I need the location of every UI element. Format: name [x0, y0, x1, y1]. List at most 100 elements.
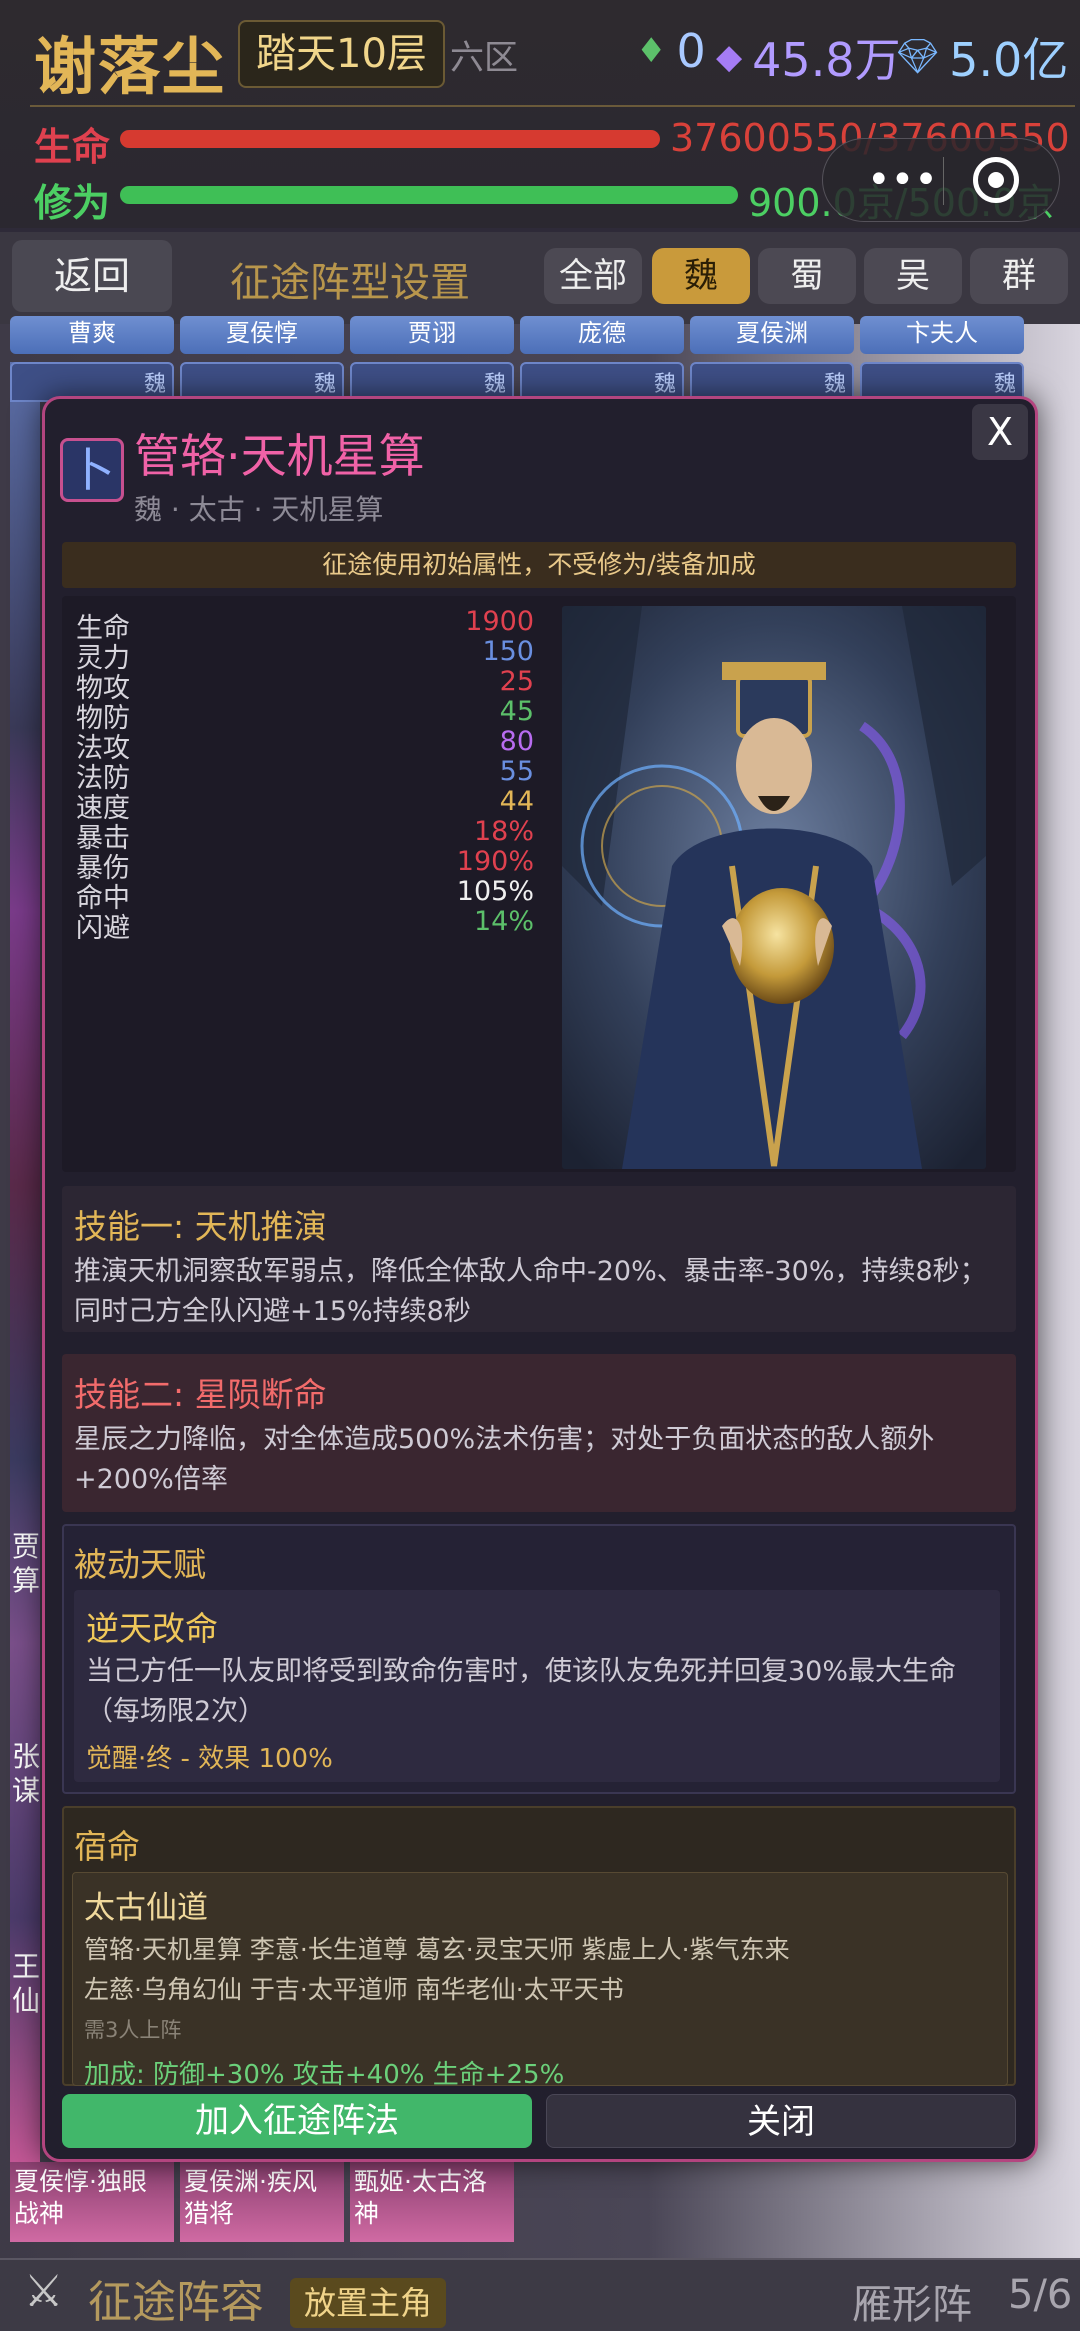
- faction-badge: 魏: [483, 372, 506, 397]
- stat-label: 暴击: [76, 823, 130, 854]
- currency-crystal-value: 45.8万: [752, 33, 901, 87]
- stat-row: 物攻 25: [76, 666, 534, 704]
- stat-value: 80: [499, 726, 534, 757]
- currency-leaf: ♦ 0: [636, 24, 706, 78]
- close-icon[interactable]: X: [972, 404, 1028, 460]
- destiny-bonus: 加成: 防御+30% 攻击+40% 生命+25%: [84, 2060, 565, 2090]
- stat-label: 暴伤: [76, 853, 130, 884]
- cultivation-label: 修为: [34, 181, 111, 225]
- stat-row: 生命 1900: [76, 606, 534, 644]
- footer-title: 征途阵容: [88, 2277, 264, 2328]
- page-title: 征途阵型设置: [230, 260, 470, 306]
- skill-two-desc: 星辰之力降临，对全体造成500%法术伤害；对处于负面状态的敌人额外+200%倍率: [74, 1424, 935, 1495]
- skill-one-title: 技能一: 天机推演: [74, 1207, 327, 1246]
- destiny-requirement: 需3人上阵: [84, 2018, 182, 2042]
- currency-leaf-value: 0: [676, 24, 706, 78]
- card-name-strip[interactable]: 卞夫人: [860, 316, 1024, 354]
- faction-badge: 魏: [143, 372, 166, 397]
- hero-card[interactable]: 夏侯渊·疾风猎将: [180, 2162, 344, 2242]
- miniprogram-capsule: •••: [822, 138, 1060, 222]
- join-formation-button[interactable]: 加入征途阵法: [62, 2094, 532, 2148]
- partial-card-label: 王 仙: [12, 1950, 41, 2017]
- hero-subtitle: 魏 · 太古 · 天机星算: [134, 493, 384, 526]
- card-name-strip[interactable]: 贾诩: [350, 316, 514, 354]
- hero-card[interactable]: 夏侯惇·独眼战神: [10, 2162, 174, 2242]
- stat-value: 55: [499, 756, 534, 787]
- hero-card-name: 夏侯惇·独眼战神: [14, 2167, 147, 2228]
- tab-shu[interactable]: 蜀: [758, 248, 856, 304]
- stat-value: 150: [482, 636, 534, 667]
- stat-label: 法攻: [76, 733, 130, 764]
- cultivation-bar: [120, 186, 738, 204]
- tab-all[interactable]: 全部: [544, 248, 642, 304]
- stat-value: 25: [499, 666, 534, 697]
- stat-row: 命中 105%: [76, 876, 534, 914]
- diamond-icon: 💎︎: [896, 37, 940, 77]
- currency-diamond: 💎︎ 5.0亿: [896, 24, 1068, 90]
- currency-diamond-value: 5.0亿: [949, 33, 1069, 87]
- zone-label: 六区: [450, 38, 518, 78]
- tab-wei[interactable]: 魏: [652, 248, 750, 304]
- stat-label: 速度: [76, 793, 130, 824]
- card-name-strip[interactable]: 夏侯渊: [690, 316, 854, 354]
- screen: { "header":{ "player_name":"谢落尘", "tower…: [0, 0, 1080, 2331]
- stat-value: 44: [499, 786, 534, 817]
- card-name-strip[interactable]: 曹爽: [10, 316, 174, 354]
- more-icon[interactable]: •••: [867, 160, 938, 200]
- faction-badge: 魏: [313, 372, 336, 397]
- stat-value: 18%: [473, 816, 534, 847]
- stat-row: 闪避 14%: [76, 906, 534, 944]
- stat-row: 暴伤 190%: [76, 846, 534, 884]
- faction-badge: 魏: [823, 372, 846, 397]
- stat-label: 灵力: [76, 643, 130, 674]
- stat-value: 190%: [456, 846, 534, 877]
- stat-row: 灵力 150: [76, 636, 534, 674]
- stat-label: 物防: [76, 703, 130, 734]
- place-hero-button[interactable]: 放置主角: [290, 2278, 447, 2328]
- hero-card[interactable]: 甄姬·太古洛神: [350, 2162, 514, 2242]
- hero-card-name: 甄姬·太古洛神: [354, 2167, 487, 2228]
- tab-wu[interactable]: 吴: [864, 248, 962, 304]
- stat-label: 命中: [76, 883, 130, 914]
- hero-name: 管辂·天机星算: [134, 429, 425, 483]
- stat-row: 物防 45: [76, 696, 534, 734]
- card-name-strip[interactable]: 庞德: [520, 316, 684, 354]
- tower-badge[interactable]: 踏天10层: [238, 20, 445, 88]
- stat-label: 法防: [76, 763, 130, 794]
- purple-crystal-icon: ◆: [716, 37, 743, 77]
- leaf-icon: ♦: [636, 31, 667, 71]
- awaken-status: 觉醒·终 - 效果 100%: [86, 1744, 333, 1774]
- divination-seal-icon: 卜: [60, 438, 124, 502]
- header-divider: [30, 105, 1075, 107]
- back-button[interactable]: 返回: [12, 240, 172, 312]
- passive-header: 被动天赋: [74, 1545, 206, 1584]
- stat-value: 1900: [465, 606, 534, 637]
- stat-label: 物攻: [76, 673, 130, 704]
- capsule-divider: [943, 157, 944, 205]
- stat-value: 105%: [456, 876, 534, 907]
- hero-card-name: 夏侯渊·疾风猎将: [184, 2167, 317, 2228]
- card-name-strip[interactable]: 夏侯惇: [180, 316, 344, 354]
- stat-value: 14%: [473, 906, 534, 937]
- destiny-name: 太古仙道: [84, 1890, 208, 1926]
- formation-count: 5/6: [1008, 2272, 1073, 2318]
- stat-row: 暴击 18%: [76, 816, 534, 854]
- faction-badge: 魏: [993, 372, 1016, 397]
- close-miniprogram-icon[interactable]: [973, 157, 1019, 203]
- destiny-members: 左慈·乌角幻仙 于吉·太平道师 南华老仙·太平天书: [84, 1975, 624, 2004]
- left-card-column[interactable]: [10, 362, 40, 2192]
- close-button[interactable]: 关闭: [546, 2094, 1016, 2148]
- stat-label: 生命: [76, 613, 130, 644]
- hp-bar: [120, 130, 660, 148]
- crossed-swords-icon: ⚔: [24, 2266, 64, 2317]
- hp-label: 生命: [34, 125, 111, 169]
- stat-row: 法防 55: [76, 756, 534, 794]
- notice-banner: 征途使用初始属性，不受修为/装备加成: [62, 542, 1016, 588]
- faction-badge: 魏: [653, 372, 676, 397]
- skill-two-title: 技能二: 星陨断命: [74, 1375, 327, 1414]
- formation-name: 雁形阵: [852, 2282, 972, 2328]
- partial-card-label: 张 谋: [12, 1740, 41, 1807]
- passive-desc: 当己方任一队友即将受到致命伤害时，使该队友免死并回复30%最大生命（每场限2次）: [86, 1656, 957, 1727]
- passive-name: 逆天改命: [86, 1609, 218, 1648]
- tab-qun[interactable]: 群: [970, 248, 1068, 304]
